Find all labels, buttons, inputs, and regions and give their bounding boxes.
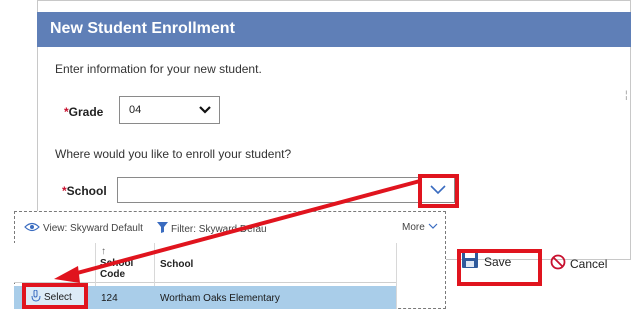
view-label: View: Skyward Default [43, 223, 143, 234]
grade-value: 04 [129, 104, 142, 116]
column-divider [396, 243, 397, 309]
dialog-title: New Student Enrollment [50, 20, 235, 37]
grade-label: *Grade [64, 105, 103, 119]
column-header-school-code[interactable]: School Code [100, 258, 152, 280]
more-label: More [402, 222, 425, 233]
cell-school-code: 124 [101, 293, 118, 304]
intro-text: Enter information for your new student. [55, 62, 262, 76]
school-dropdown-highlight [418, 174, 459, 208]
cancel-icon [550, 254, 566, 273]
dialog-header: New Student Enrollment [37, 12, 631, 47]
filter-label: Filter: Skyward Default [171, 223, 267, 235]
school-input[interactable] [117, 177, 455, 203]
grade-label-text: Grade [68, 105, 104, 119]
chevron-down-icon [428, 222, 438, 233]
chevron-down-icon [197, 101, 213, 124]
more-menu[interactable]: More [402, 222, 438, 233]
enroll-question: Where would you like to enroll your stud… [55, 147, 292, 161]
grid-header [14, 243, 396, 283]
cell-school-name: Wortham Oaks Elementary [160, 293, 280, 304]
grade-select[interactable]: 04 [119, 96, 220, 124]
view-menu[interactable]: View: Skyward Default [24, 222, 143, 235]
school-label: *School [62, 184, 107, 198]
eye-icon [24, 222, 40, 235]
school-label-text: School [66, 184, 107, 198]
cancel-label: Cancel [570, 256, 608, 271]
dialog-edge-mark: ¦ [625, 90, 628, 101]
filter-menu[interactable]: Filter: Skyward Default [157, 222, 267, 236]
save-button-highlight [457, 249, 542, 286]
sort-arrow-icon[interactable]: ↑ [101, 246, 106, 257]
column-header-school[interactable]: School [160, 259, 193, 270]
select-button-highlight [22, 283, 88, 309]
filter-icon [157, 222, 168, 236]
cancel-button[interactable]: Cancel [550, 254, 607, 273]
